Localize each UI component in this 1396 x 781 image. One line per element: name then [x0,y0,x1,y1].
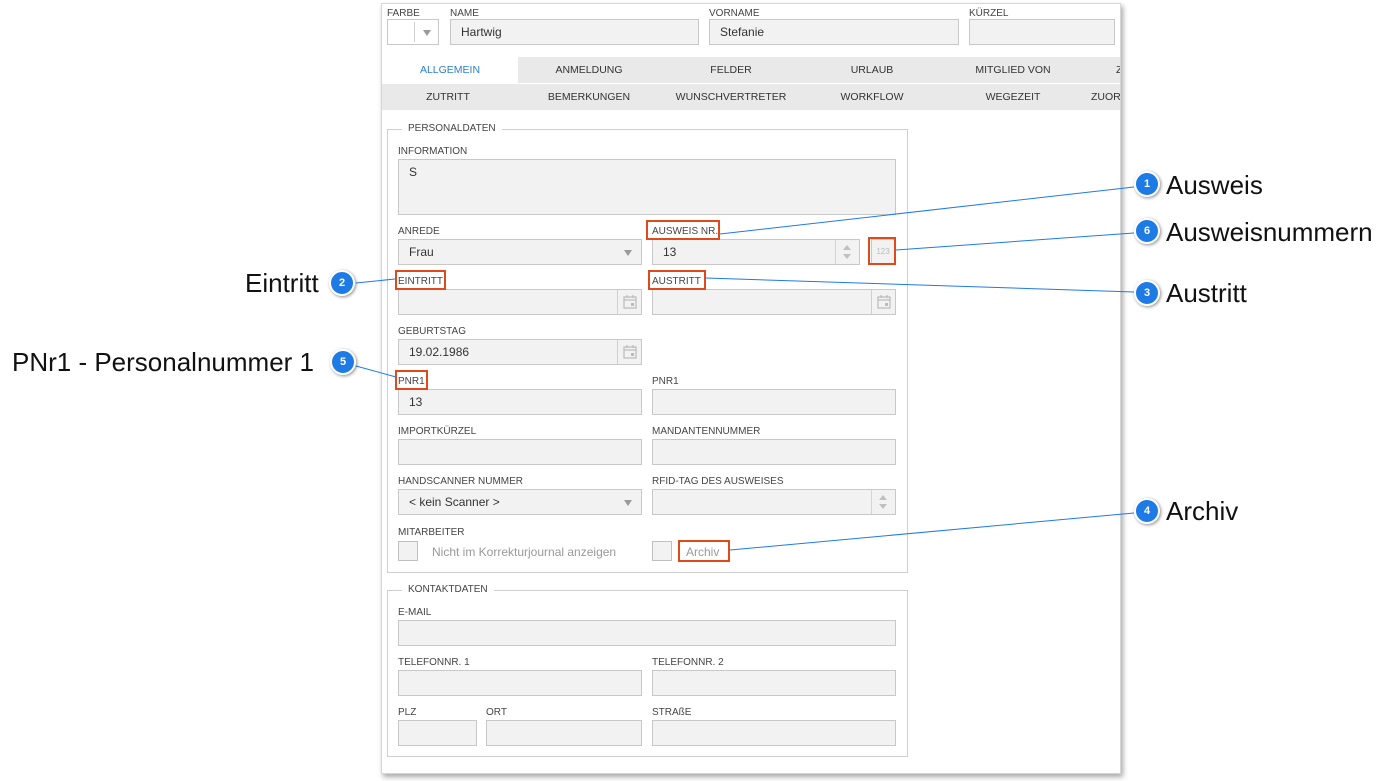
chevron-down-icon[interactable] [423,30,431,36]
ausweis-value: 13 [663,245,677,259]
email-label: E-MAIL [398,607,432,618]
color-select[interactable] [387,19,439,45]
callout-text-ausweisnummern: Ausweisnummern [1166,217,1373,247]
tel2-input[interactable] [652,670,896,696]
email-input[interactable] [398,620,896,646]
highlight-pnr1 [395,370,428,390]
tab-urlaub[interactable]: URLAUB [802,57,942,83]
callout-badge-3: 3 [1134,280,1160,306]
tab-zuor[interactable]: ZUOR [1091,84,1120,110]
information-textarea[interactable]: S [398,159,896,215]
plz-label: PLZ [398,707,417,718]
tab-bemerkungen[interactable]: BEMERKUNGEN [518,84,660,110]
highlight-ausweis [646,220,720,240]
callout-text-ausweis: Ausweis [1166,170,1263,200]
korrektur-label: Nicht im Korrekturjournal anzeigen [432,545,617,559]
tel2-label: TELEFONNR. 2 [652,657,724,668]
spin-down-icon[interactable] [843,254,851,259]
ausweis-input[interactable]: 13 [652,239,860,265]
information-label: INFORMATION [398,146,468,157]
archiv-checkbox[interactable] [652,541,672,561]
tab-felder[interactable]: FELDER [660,57,802,83]
highlight-archiv [678,540,730,562]
mandantennummer-label: MANDANTENNUMMER [652,426,761,437]
handscanner-select[interactable]: < kein Scanner > [398,489,642,515]
kontaktdaten-legend: KONTAKTDATEN [402,584,494,596]
mitarbeiter-label: MITARBEITER [398,527,465,538]
spin-up-icon[interactable] [843,245,851,250]
callout-text-pnr1: PNr1 - Personalnummer 1 [12,347,314,377]
rfid-label: RFID-TAG DES AUSWEISES [652,476,784,487]
calendar-icon[interactable] [617,340,641,364]
tab-zutritt[interactable]: ZUTRITT [382,84,514,110]
austritt-date-input[interactable] [652,289,896,315]
highlight-eintritt [395,270,446,290]
callout-badge-2: 2 [329,270,355,296]
importkuerzel-label: IMPORTKÜRZEL [398,426,477,437]
rfid-input[interactable] [652,489,896,515]
anrede-value: Frau [409,245,434,259]
tab-workflow[interactable]: WORKFLOW [802,84,942,110]
handscanner-label: HANDSCANNER NUMMER [398,476,524,487]
importkuerzel-input[interactable] [398,439,642,465]
handscanner-value: < kein Scanner > [409,495,500,509]
tab-bar-row-1: ALLGEMEIN ANMELDUNG FELDER URLAUB MITGLI… [382,57,1120,83]
strasse-input[interactable] [652,720,896,746]
ort-label: ORT [486,707,507,718]
tab-z[interactable]: Z [1116,57,1120,83]
geburtstag-value: 19.02.1986 [409,345,470,359]
anrede-label: ANREDE [398,226,440,237]
rfid-spinner-divider [871,490,872,514]
pnr1-secondary-label: PNR1 [652,376,679,387]
plz-input[interactable] [398,720,477,746]
mandantennummer-input[interactable] [652,439,896,465]
color-select-divider [414,22,415,42]
chevron-down-icon[interactable] [624,500,632,506]
callout-badge-1: 1 [1134,171,1160,197]
chevron-down-icon[interactable] [624,250,632,256]
spin-down-icon[interactable] [879,504,887,509]
tel1-input[interactable] [398,670,642,696]
geburtstag-date-input[interactable]: 19.02.1986 [398,339,642,365]
spin-up-icon[interactable] [879,495,887,500]
callout-badge-5: 5 [330,349,356,375]
tab-anmeldung[interactable]: ANMELDUNG [518,57,660,83]
employee-form: FARBE NAME Hartwig VORNAME Stefanie KÜRZ… [381,3,1121,774]
highlight-austritt [648,270,706,290]
strasse-label: STRAßE [652,707,692,718]
geburtstag-label: GEBURTSTAG [398,326,466,337]
kuerzel-input[interactable] [969,19,1115,45]
tab-wegezeit[interactable]: WEGEZEIT [942,84,1084,110]
anrede-select[interactable]: Frau [398,239,642,265]
callout-text-archiv: Archiv [1166,496,1239,526]
ausweis-spinner-divider [835,240,836,264]
callout-text-eintritt: Eintritt [245,268,319,298]
personaldaten-legend: PERSONALDATEN [402,123,502,135]
highlight-ausweisnummern [868,237,896,265]
callout-badge-6: 6 [1134,218,1160,244]
korrektur-checkbox[interactable] [398,541,418,561]
tel1-label: TELEFONNR. 1 [398,657,470,668]
callout-badge-4: 4 [1134,498,1160,524]
tab-mitglied-von[interactable]: MITGLIED VON [942,57,1084,83]
tab-wunschvertreter[interactable]: WUNSCHVERTRETER [660,84,802,110]
eintritt-date-input[interactable] [398,289,642,315]
name-input[interactable]: Hartwig [450,19,699,45]
tab-bar-row-2: ZUTRITT BEMERKUNGEN WUNSCHVERTRETER WORK… [382,84,1120,110]
calendar-icon[interactable] [617,290,641,314]
pnr1-secondary-input[interactable] [652,389,896,415]
pnr1-input[interactable]: 13 [398,389,642,415]
calendar-icon[interactable] [871,290,895,314]
ort-input[interactable] [486,720,642,746]
callout-text-austritt: Austritt [1166,278,1247,308]
vorname-input[interactable]: Stefanie [709,19,959,45]
tab-allgemein[interactable]: ALLGEMEIN [382,57,518,83]
